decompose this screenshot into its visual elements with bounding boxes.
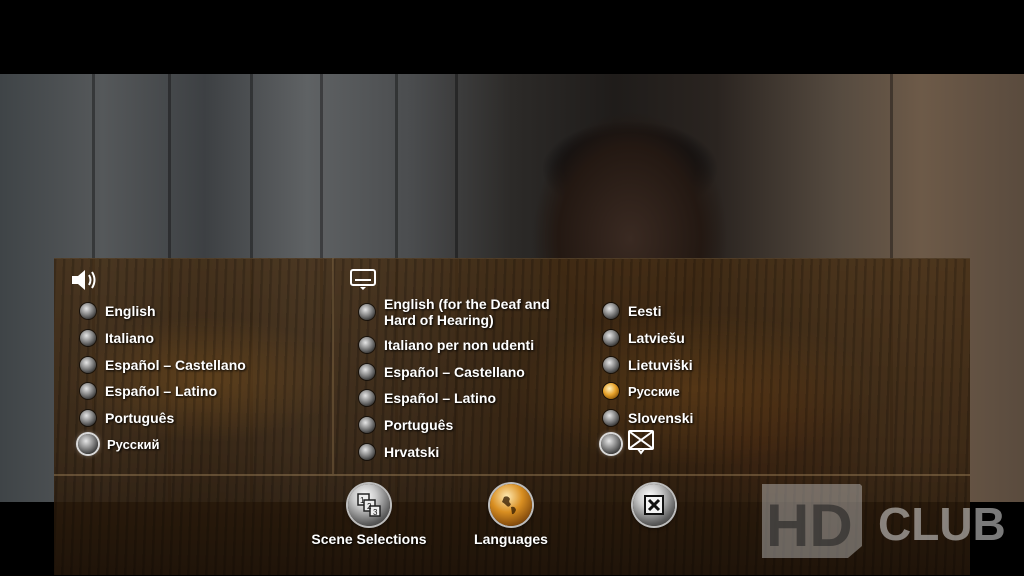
subtitle-option-espanol-latino[interactable]: Español – Latino [359,387,496,409]
scene-selections-button[interactable]: 1 2 3 Scene Selections [289,484,449,547]
subtitle-option-label: Português [384,417,454,433]
audio-option-english[interactable]: English [80,300,156,322]
radio-button-focused [78,434,98,454]
watermark-club-text: CLUB [878,498,1006,550]
subtitle-option-label: Slovenski [628,410,694,426]
subtitle-option-label: English (for the Deaf and Hard of Hearin… [384,296,550,328]
radio-button [80,357,96,373]
subtitle-option-label: Español – Castellano [384,364,525,380]
subtitle-option-label: Русские [628,383,680,399]
subtitle-option-eesti[interactable]: Eesti [603,300,661,322]
subtitle-option-english-sdh[interactable]: English (for the Deaf and Hard of Hearin… [359,294,564,330]
audio-option-label: English [105,303,156,319]
radio-button [80,303,96,319]
close-icon [633,484,675,526]
letterbox-top [0,0,1024,74]
svg-text:2: 2 [367,502,372,511]
audio-option-portugues[interactable]: Português [80,407,174,429]
subtitle-option-label: Latviešu [628,330,685,346]
audio-option-russian[interactable]: Русский [78,433,160,455]
audio-option-label: Español – Latino [105,383,218,399]
radio-button [603,330,619,346]
languages-button[interactable]: Languages [431,484,591,547]
subtitles-screen-icon [349,268,379,297]
subtitles-off-icon [627,429,657,460]
scene-selections-label: Scene Selections [311,531,427,547]
hdclub-watermark-logo: HD CLUB [760,476,1018,564]
radio-button [359,337,375,353]
radio-button [603,303,619,319]
subtitle-option-label: Español – Latino [384,390,497,406]
subtitle-option-label: Lietuviški [628,357,693,373]
radio-button [80,330,96,346]
audio-option-espanol-castellano[interactable]: Español – Castellano [80,354,246,376]
subtitle-option-hrvatski[interactable]: Hrvatski [359,441,439,463]
audio-option-label: Italiano [105,330,155,346]
radio-button [359,444,375,460]
radio-button-focused [601,434,621,454]
svg-text:3: 3 [373,508,378,517]
close-menu-button[interactable] [574,484,734,526]
radio-button [359,417,375,433]
subtitle-option-espanol-castellano[interactable]: Español – Castellano [359,361,525,383]
radio-button [359,390,375,406]
radio-button [80,410,96,426]
subtitle-option-label: Eesti [628,303,662,319]
subtitle-option-slovenski[interactable]: Slovenski [603,407,693,429]
subtitle-option-off[interactable] [601,429,657,455]
audio-option-label: Español – Castellano [105,357,246,373]
watermark-hd-text: HD [766,492,853,559]
radio-button-selected [603,383,619,399]
audio-option-italiano[interactable]: Italiano [80,327,154,349]
subtitle-option-portugues[interactable]: Português [359,414,453,436]
subtitle-option-russian[interactable]: Русские [603,380,680,402]
subtitle-option-latviesu[interactable]: Latviešu [603,327,685,349]
audio-option-label: Русский [107,436,160,452]
svg-text:1: 1 [360,496,365,505]
audio-option-label: Português [105,410,175,426]
speaker-icon [70,267,100,298]
languages-label: Languages [474,531,548,547]
subtitle-option-lietuviski[interactable]: Lietuviški [603,354,693,376]
scene-selections-icon: 1 2 3 [348,484,390,526]
subtitle-option-italiano-non-udenti[interactable]: Italiano per non udenti [359,334,534,356]
subtitle-option-label: Hrvatski [384,444,440,460]
audio-option-espanol-latino[interactable]: Español – Latino [80,380,217,402]
radio-button [80,383,96,399]
radio-button [359,364,375,380]
subtitle-option-label: Italiano per non udenti [384,337,535,353]
radio-button [359,304,375,320]
radio-button [603,410,619,426]
globe-icon [490,484,532,526]
radio-button [603,357,619,373]
panel-divider-vertical [332,258,334,474]
